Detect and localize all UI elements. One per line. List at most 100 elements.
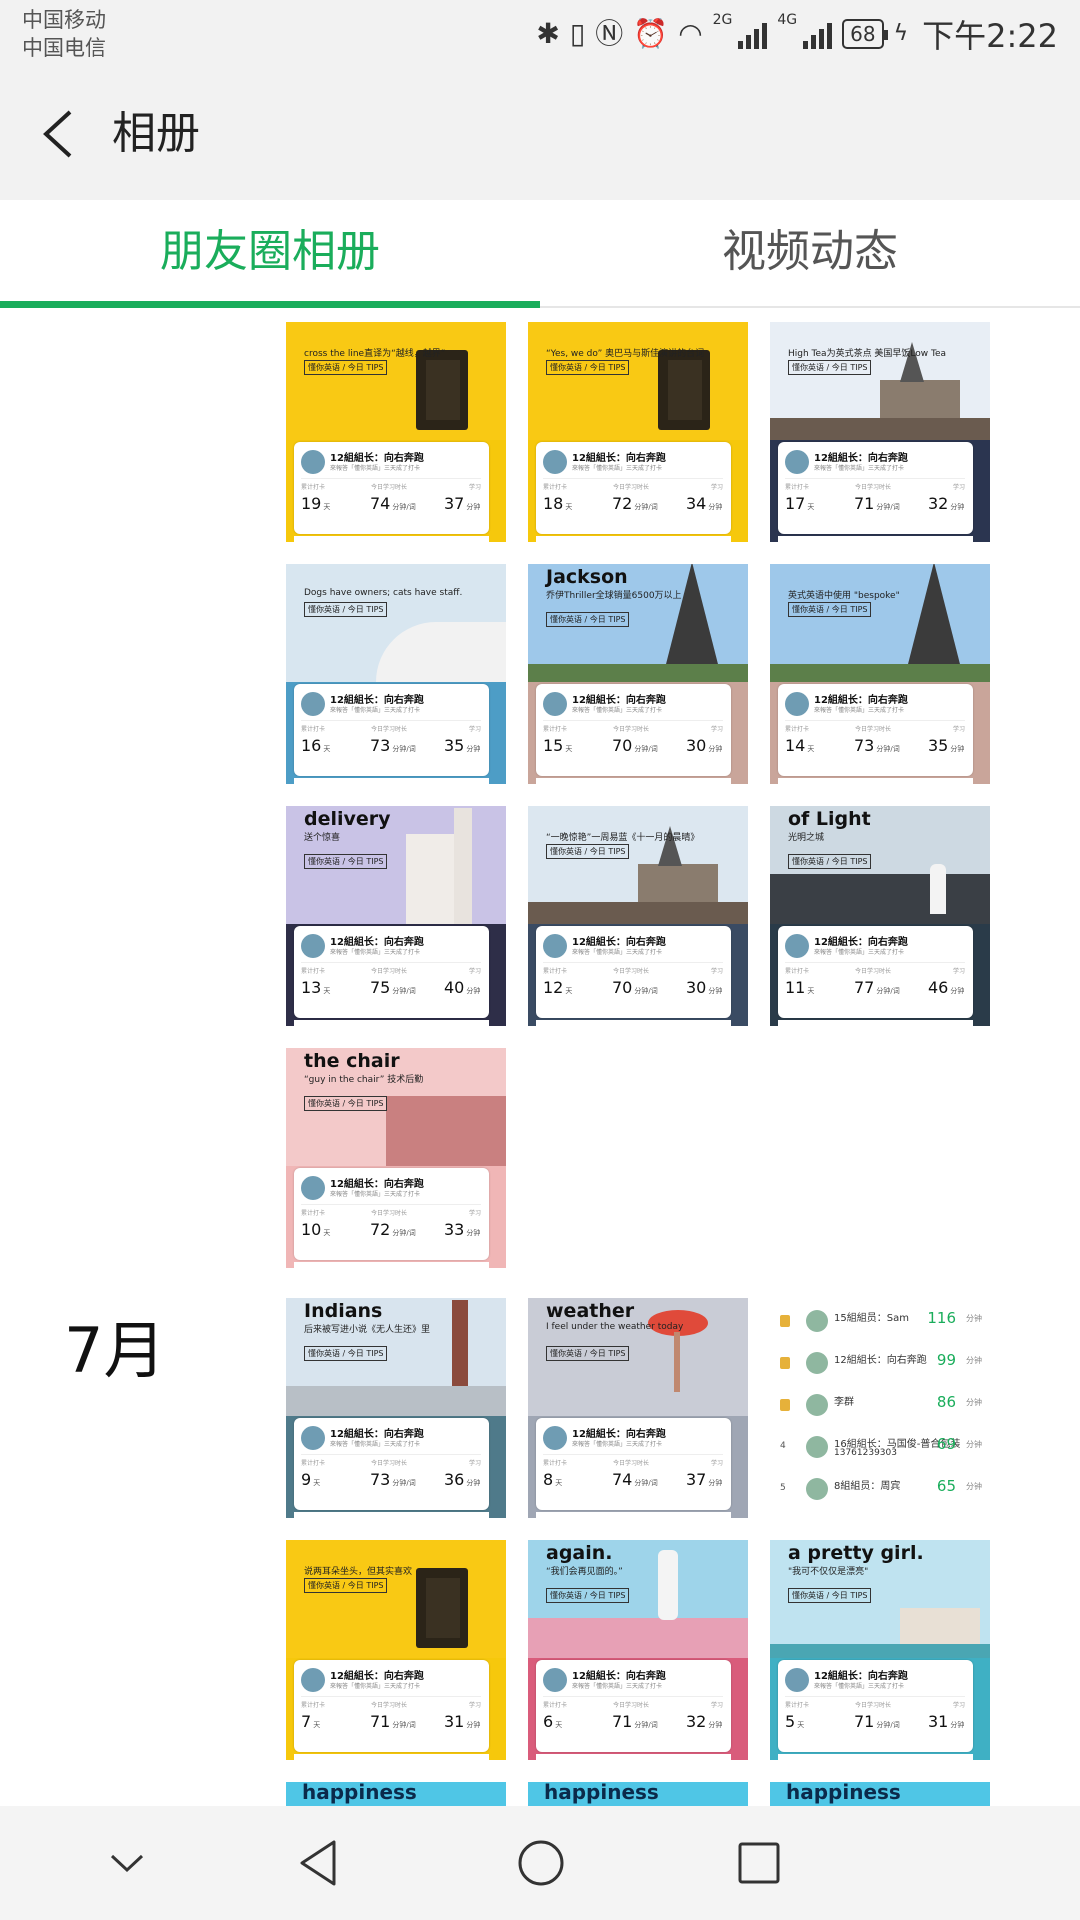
card-desc: 來報答「懂你英語」三天成了打卡 <box>814 465 905 472</box>
label-study: 学习 <box>710 968 723 975</box>
album-thumbnail[interactable]: Jackson 乔伊Thriller全球销量6500万以上 懂你英语 / 今日 TI… <box>528 564 748 784</box>
album-thumbnail[interactable]: Indians 后来被写进小说《无人生还》里 懂你英语 / 今日 TIPS 12組組长… <box>286 1298 506 1518</box>
album-thumbnail[interactable]: 说两耳朵坐头，但其实喜欢 懂你英语 / 今日 TIPS 12組組长：向右奔跑 來報答「… <box>286 1540 506 1760</box>
card-divider <box>785 962 965 963</box>
stat-days: 17 天 <box>785 494 815 513</box>
wifi-icon: ◠ <box>678 17 703 50</box>
ranking-unit: 分钟 <box>966 1356 982 1365</box>
hide-nav-icon[interactable] <box>96 1832 158 1894</box>
album-thumbnail[interactable]: delivery 送个惊喜 懂你英语 / 今日 TIPS 12組組长：向右奔跑 來報答「… <box>286 806 506 1026</box>
thumbnail-subtitle: Dogs have owners; cats have staff. <box>304 588 463 598</box>
album-thumbnail[interactable]: a pretty girl. "我可不仅仅是漂亮" 懂你英语 / 今日 TIPS 12… <box>770 1540 990 1760</box>
ranking-row: 5 8組組员：周宾 65 分钟 <box>776 1474 986 1508</box>
ranking-row: 15組組员：Sam 116 分钟 <box>776 1306 986 1340</box>
tab-indicator <box>0 301 540 308</box>
label-study: 学习 <box>468 484 481 491</box>
label-study: 学习 <box>468 1460 481 1467</box>
card-labels: 累计打卡 今日学习时长 学习 <box>785 966 965 975</box>
stat-minutes: 46 分钟 <box>928 978 965 997</box>
label-days: 累计打卡 <box>543 1460 568 1467</box>
card-footer <box>536 778 731 784</box>
stat-words: 71 分钟/词 <box>370 1712 416 1731</box>
label-study: 学习 <box>952 726 965 733</box>
thumbnail-tag: 懂你英语 / 今日 TIPS <box>546 612 630 627</box>
album-thumbnail[interactable]: again. “我们会再见面的。” 懂你英语 / 今日 TIPS 12組組长：向右奔跑… <box>528 1540 748 1760</box>
stat-minutes: 31 分钟 <box>928 1712 965 1731</box>
stat-words: 71 分钟/词 <box>612 1712 658 1731</box>
card-footer <box>536 1020 731 1026</box>
card-name: 12組組长：向右奔跑 <box>572 1671 666 1682</box>
home-circle-icon[interactable] <box>510 1832 572 1894</box>
avatar <box>785 1668 809 1692</box>
thumbnail-tag: 懂你英语 / 今日 TIPS <box>304 360 388 375</box>
tab-moments-album[interactable]: 朋友圈相册 <box>0 200 540 306</box>
stat-words: 73 分钟/词 <box>370 1470 416 1489</box>
label-days: 累计打卡 <box>543 968 568 975</box>
thumbnail-tag: 懂你英语 / 今日 TIPS <box>788 360 872 375</box>
stat-words: 70 分钟/词 <box>612 978 658 997</box>
card-footer <box>294 1512 489 1518</box>
back-arrow-icon[interactable] <box>34 104 88 164</box>
album-thumbnail[interactable]: “Yes, we do” 奥巴马与斯佳演讲的台词 懂你英语 / 今日 TIPS 12… <box>528 322 748 542</box>
thumbnail-tag: 懂你英语 / 今日 TIPS <box>304 1578 388 1593</box>
stat-days: 15 天 <box>543 736 573 755</box>
stat-words: 71 分钟/词 <box>854 1712 900 1731</box>
label-study: 学习 <box>468 968 481 975</box>
thumbnail-subtitle: "我可不仅仅是漂亮" <box>788 1567 869 1577</box>
album-thumbnail[interactable]: cross the line直译为“越线，越界” 懂你英语 / 今日 TIPS 12… <box>286 322 506 542</box>
ranking-thumbnail[interactable]: 15組組员：Sam 116 分钟 12組組长：向右奔跑 99 分钟 李群 86 分钟 4 16組組长… <box>770 1298 990 1518</box>
card-footer <box>778 1020 973 1026</box>
tab-video-moments[interactable]: 视频动态 <box>540 200 1080 306</box>
peek-headline: happiness <box>544 1782 659 1804</box>
avatar <box>543 934 567 958</box>
status-icons: ✱ ▯ Ⓝ ⏰ ◠ 2G 4G 68 ϟ 下午2:22 <box>536 12 1058 56</box>
card-desc: 來報答「懂你英語」三天成了打卡 <box>572 949 663 956</box>
album-thumbnail[interactable]: Dogs have owners; cats have staff. 懂你英语 /… <box>286 564 506 784</box>
stat-days: 8天 <box>543 1470 563 1489</box>
recents-square-icon[interactable] <box>728 1832 790 1894</box>
card-name: 12組組长：向右奔跑 <box>814 937 908 948</box>
thumbnail-headline: delivery <box>304 808 391 830</box>
label-today: 今日学习时长 <box>371 726 408 733</box>
charging-icon: ϟ <box>893 21 909 46</box>
avatar <box>785 450 809 474</box>
album-thumbnail[interactable]: of Light 光明之城 懂你英语 / 今日 TIPS 12組組长：向右奔跑 來報答「… <box>770 806 990 1026</box>
card-divider <box>301 720 481 721</box>
album-thumbnail[interactable]: the chair “guy in the chair” 技术后勤 懂你英语 / 今… <box>286 1048 506 1268</box>
album-thumbnail[interactable]: 英式英语中使用 "bespoke" 懂你英语 / 今日 TIPS 12組組长：向右奔… <box>770 564 990 784</box>
month-label: 7月 <box>64 1314 166 1387</box>
thumbnail-tag: 懂你英语 / 今日 TIPS <box>304 854 388 869</box>
thumbnail-tag: 懂你英语 / 今日 TIPS <box>788 1588 872 1603</box>
card-divider <box>301 1204 481 1205</box>
thumbnail-subtitle: “guy in the chair” 技术后勤 <box>304 1075 424 1085</box>
back-triangle-icon[interactable] <box>290 1832 352 1894</box>
thumbnail-headline: a pretty girl. <box>788 1542 924 1564</box>
label-today: 今日学习时长 <box>855 726 892 733</box>
card-labels: 累计打卡 今日学习时长 学习 <box>543 966 723 975</box>
checkin-card: 12組組长：向右奔跑 來報答「懂你英語」三天成了打卡 累计打卡 今日学习时长 学习 7 天 7… <box>294 1660 489 1752</box>
avatar <box>301 450 325 474</box>
label-study: 学习 <box>468 1210 481 1217</box>
card-desc: 來報答「懂你英語」三天成了打卡 <box>814 949 905 956</box>
label-days: 累计打卡 <box>301 1702 326 1709</box>
album-thumbnail[interactable]: High Tea为英式茶点 美国早饭Low Tea 懂你英语 / 今日 TIPS 1… <box>770 322 990 542</box>
card-labels: 累计打卡 今日学习时长 学习 <box>543 482 723 491</box>
card-divider <box>301 1696 481 1697</box>
album-thumbnail[interactable]: weather I feel under the weather today 懂你英… <box>528 1298 748 1518</box>
checkin-card: 12組組长：向右奔跑 來報答「懂你英語」三天成了打卡 累计打卡 今日学习时长 学习 9 天 7… <box>294 1418 489 1510</box>
card-desc: 來報答「懂你英語」三天成了打卡 <box>330 1441 421 1448</box>
album-thumbnail[interactable]: “一晚惊艳”一周易蓝《十一月的晨晴》 懂你英语 / 今日 TIPS 12組組长：向右… <box>528 806 748 1026</box>
label-days: 累计打卡 <box>543 726 568 733</box>
card-labels: 累计打卡 今日学习时长 学习 <box>543 1700 723 1709</box>
thumbnail-tag: 懂你英语 / 今日 TIPS <box>788 602 872 617</box>
thumbnail-subtitle: “我们会再见面的。” <box>546 1567 623 1577</box>
ranking-name: 15組組员：Sam <box>834 1313 909 1324</box>
network-4g-label: 4G <box>777 12 798 28</box>
label-today: 今日学习时长 <box>371 968 408 975</box>
label-today: 今日学习时长 <box>613 968 650 975</box>
avatar <box>301 934 325 958</box>
card-desc: 來報答「懂你英語」三天成了打卡 <box>572 1683 663 1690</box>
card-labels: 累计打卡 今日学习时长 学习 <box>543 1458 723 1467</box>
avatar <box>301 1426 325 1450</box>
label-days: 累计打卡 <box>785 1702 810 1709</box>
